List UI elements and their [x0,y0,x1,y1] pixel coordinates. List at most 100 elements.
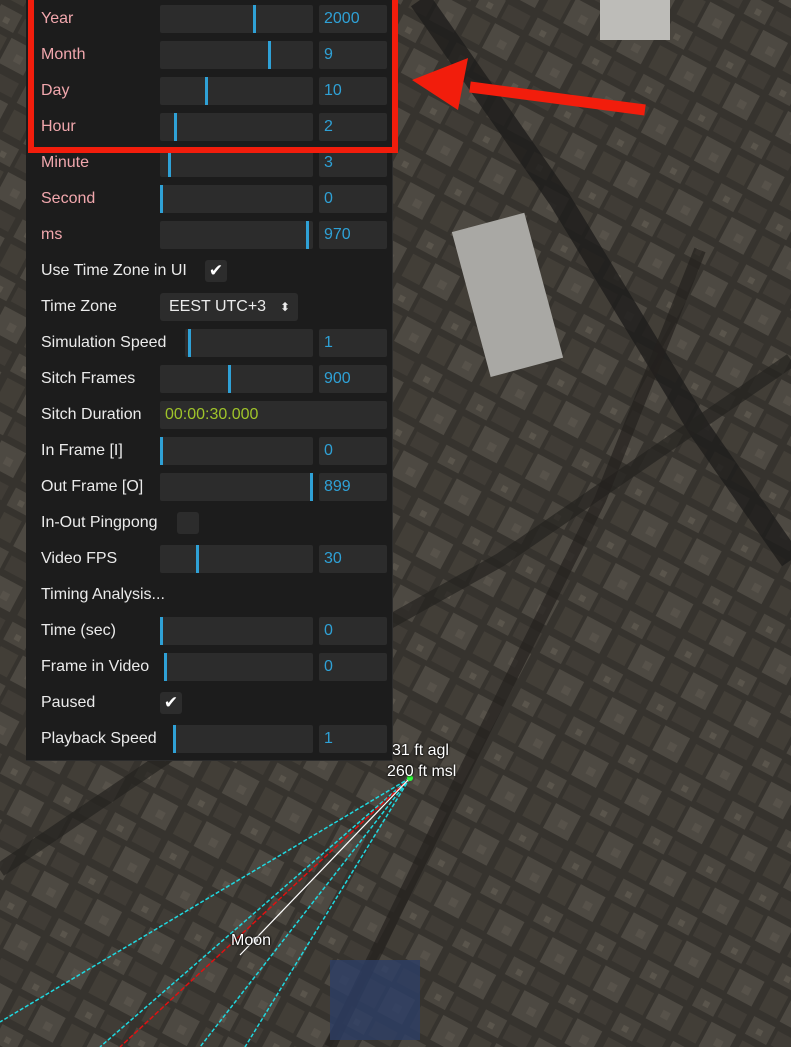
year-row: Year 2000 [26,1,393,37]
out-frame-slider-handle[interactable] [310,473,313,501]
video-fps-row: Video FPS 30 [26,541,393,577]
minute-input[interactable]: 3 [319,149,387,177]
in-frame-slider[interactable] [160,437,313,465]
hour-label: Hour [41,118,76,135]
month-input[interactable]: 9 [319,41,387,69]
time-sec-slider-handle[interactable] [160,617,163,645]
frame-in-video-slider[interactable] [164,653,313,681]
day-label: Day [41,82,70,99]
msl-label: 260 ft msl [387,763,457,780]
second-row: Second 0 [26,181,393,217]
ms-row: ms 970 [26,217,393,253]
video-fps-slider-handle[interactable] [196,545,199,573]
simulation-speed-slider-handle[interactable] [188,329,191,357]
time-zone-select[interactable]: EEST UTC+3 ⬍ [160,293,298,321]
year-slider-handle[interactable] [253,5,256,33]
month-slider[interactable] [160,41,313,69]
out-frame-input[interactable]: 899 [319,473,387,501]
simulation-speed-row: Simulation Speed 1 [26,325,393,361]
timing-analysis-button[interactable]: Timing Analysis... [41,577,165,613]
sitch-frames-slider[interactable] [160,365,313,393]
frame-in-video-input[interactable]: 0 [319,653,387,681]
paused-label: Paused [41,694,96,711]
sitch-duration-input[interactable]: 00:00:30.000 [160,401,387,429]
year-slider[interactable] [160,5,313,33]
second-slider[interactable] [160,185,313,213]
in-frame-slider-handle[interactable] [160,437,163,465]
video-fps-slider[interactable] [160,545,313,573]
hour-slider-handle[interactable] [174,113,177,141]
sitch-duration-row: Sitch Duration 00:00:30.000 [26,397,393,433]
sitch-frames-row: Sitch Frames 900 [26,361,393,397]
time-sec-slider[interactable] [160,617,313,645]
out-frame-label: Out Frame [O] [41,478,144,495]
out-frame-slider[interactable] [160,473,313,501]
minute-row: Minute 3 [26,145,393,181]
day-slider[interactable] [160,77,313,105]
in-frame-input[interactable]: 0 [319,437,387,465]
playback-speed-slider[interactable] [173,725,313,753]
ms-slider-handle[interactable] [306,221,309,249]
second-label: Second [41,190,96,207]
sitch-frames-label: Sitch Frames [41,370,136,387]
map-building-highlight [600,0,670,40]
moon-label: Moon [231,932,272,949]
use-time-zone-row: Use Time Zone in UI ✔ [26,253,393,289]
year-input[interactable]: 2000 [319,5,387,33]
paused-checkbox[interactable]: ✔ [160,692,182,714]
minute-slider[interactable] [160,149,313,177]
pingpong-label: In-Out Pingpong [41,514,158,531]
day-row: Day 10 [26,73,393,109]
in-frame-label: In Frame [I] [41,442,123,459]
select-arrows-icon: ⬍ [279,300,290,314]
use-time-zone-checkbox[interactable]: ✔ [205,260,227,282]
ms-label: ms [41,226,63,243]
playback-speed-slider-handle[interactable] [173,725,176,753]
minute-slider-handle[interactable] [168,149,171,177]
sitch-duration-label: Sitch Duration [41,406,142,423]
ms-slider[interactable] [160,221,313,249]
pingpong-checkbox[interactable] [177,512,199,534]
simulation-speed-input[interactable]: 1 [319,329,387,357]
year-label: Year [41,10,74,27]
playback-speed-row: Playback Speed 1 [26,721,393,757]
use-time-zone-label: Use Time Zone in UI [41,262,187,279]
frame-in-video-row: Frame in Video 0 [26,649,393,685]
hour-row: Hour 2 [26,109,393,145]
timing-analysis-row[interactable]: Timing Analysis... [26,577,393,613]
control-panel: Year 2000 Month 9 Day 10 Hour 2 Minute 3… [26,0,393,761]
time-zone-label: Time Zone [41,298,117,315]
minute-label: Minute [41,154,90,171]
time-sec-label: Time (sec) [41,622,116,639]
time-sec-row: Time (sec) 0 [26,613,393,649]
month-label: Month [41,46,86,63]
second-slider-handle[interactable] [160,185,163,213]
frame-in-video-label: Frame in Video [41,658,150,675]
out-frame-row: Out Frame [O] 899 [26,469,393,505]
frame-in-video-slider-handle[interactable] [164,653,167,681]
month-slider-handle[interactable] [268,41,271,69]
second-input[interactable]: 0 [319,185,387,213]
playback-speed-label: Playback Speed [41,730,157,747]
hour-slider[interactable] [160,113,313,141]
playback-speed-input[interactable]: 1 [319,725,387,753]
month-row: Month 9 [26,37,393,73]
day-slider-handle[interactable] [205,77,208,105]
in-frame-row: In Frame [I] 0 [26,433,393,469]
ms-input[interactable]: 970 [319,221,387,249]
time-zone-row: Time Zone EEST UTC+3 ⬍ [26,289,393,325]
simulation-speed-label: Simulation Speed [41,334,167,351]
time-zone-value: EEST UTC+3 [169,298,267,315]
video-fps-input[interactable]: 30 [319,545,387,573]
pingpong-row: In-Out Pingpong [26,505,393,541]
map-building-highlight [330,960,420,1040]
video-fps-label: Video FPS [41,550,118,567]
sitch-frames-input[interactable]: 900 [319,365,387,393]
sitch-frames-slider-handle[interactable] [228,365,231,393]
paused-row: Paused ✔ [26,685,393,721]
simulation-speed-slider[interactable] [185,329,313,357]
time-sec-input[interactable]: 0 [319,617,387,645]
hour-input[interactable]: 2 [319,113,387,141]
agl-label: 31 ft agl [392,742,449,759]
day-input[interactable]: 10 [319,77,387,105]
